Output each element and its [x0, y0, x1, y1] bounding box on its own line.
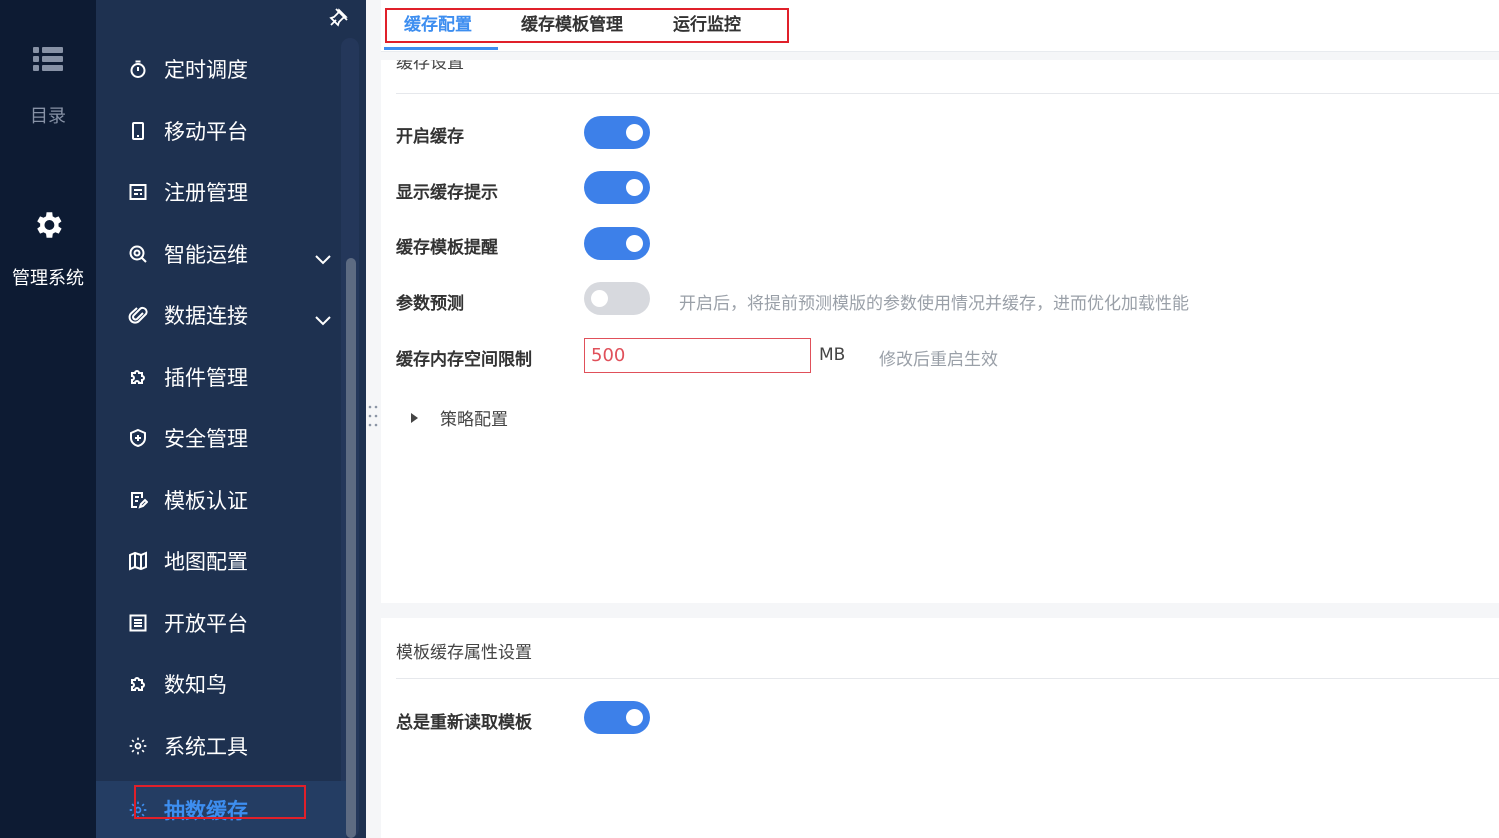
document-edit-icon	[128, 490, 148, 510]
paperclip-icon	[128, 305, 148, 325]
sidebar-item-label: 地图配置	[164, 550, 248, 574]
list-icon	[33, 47, 63, 71]
sidebar-menu: 定时调度 移动平台 注册管理 智能运维 数据连接 插件管理 安全管理 模板认证 …	[96, 0, 366, 838]
timer-icon	[128, 59, 148, 79]
show-cache-hint-toggle[interactable]	[584, 171, 650, 204]
sidebar-item-schedule[interactable]: 定时调度	[96, 44, 346, 94]
sidebar-item-shuzhiniao[interactable]: 数知鸟	[96, 659, 346, 709]
divider	[396, 678, 1499, 679]
section-title: 缓存设置	[396, 60, 464, 72]
sidebar-item-register[interactable]: 注册管理	[96, 167, 346, 217]
template-cache-panel: 模板缓存属性设置 总是重新读取模板	[381, 618, 1499, 838]
rail-admin-label: 管理系统	[12, 268, 84, 289]
drag-handle-icon[interactable]	[368, 404, 378, 432]
shield-plus-icon	[128, 428, 148, 448]
rail-admin-system[interactable]: 管理系统	[0, 208, 96, 290]
rail-catalog-label: 目录	[30, 106, 66, 127]
policy-config-label: 策略配置	[440, 410, 508, 430]
sidebar-item-security[interactable]: 安全管理	[96, 413, 346, 463]
show-cache-hint-label: 显示缓存提示	[396, 183, 498, 203]
sidebar-item-open-platform[interactable]: 开放平台	[96, 598, 346, 648]
sidebar-item-label: 系统工具	[164, 735, 248, 759]
memory-limit-hint: 修改后重启生效	[879, 350, 998, 370]
policy-config-expander[interactable]: 策略配置	[411, 405, 508, 430]
menu-scroll-thumb[interactable]	[346, 258, 356, 838]
sidebar-item-template-auth[interactable]: 模板认证	[96, 475, 346, 525]
map-icon	[128, 551, 148, 571]
sidebar-item-ops[interactable]: 智能运维	[96, 229, 346, 279]
puzzle-icon	[128, 674, 148, 694]
puzzle-icon	[128, 367, 148, 387]
always-reload-toggle[interactable]	[584, 701, 650, 734]
highlight-box-menu	[134, 785, 306, 819]
sidebar-item-plugins[interactable]: 插件管理	[96, 352, 346, 402]
gear-icon	[37, 212, 62, 238]
gear-tool-icon	[128, 736, 148, 756]
sidebar-item-data-connection[interactable]: 数据连接	[96, 290, 346, 340]
sidebar-item-system-tools[interactable]: 系统工具	[96, 721, 346, 771]
sidebar-item-label: 定时调度	[164, 58, 248, 82]
list-icon	[128, 613, 148, 633]
param-predict-hint: 开启后，将提前预测模版的参数使用情况并缓存，进而优化加载性能	[679, 294, 1189, 314]
highlight-box-tabs	[385, 8, 789, 43]
sidebar-item-label: 数知鸟	[164, 673, 227, 697]
enable-cache-label: 开启缓存	[396, 127, 464, 147]
sidebar-item-mobile[interactable]: 移动平台	[96, 106, 346, 156]
sidebar-item-label: 智能运维	[164, 243, 248, 267]
divider	[396, 93, 1499, 94]
app-rail: 目录 管理系统	[0, 0, 96, 838]
section-title-clip: 缓存设置	[381, 60, 1499, 72]
chevron-down-icon[interactable]	[314, 307, 332, 331]
param-predict-toggle[interactable]	[584, 282, 650, 315]
register-icon	[128, 182, 148, 202]
pin-icon[interactable]	[328, 6, 350, 32]
always-reload-label: 总是重新读取模板	[396, 713, 532, 733]
mobile-icon	[128, 121, 148, 141]
cache-settings-panel: 缓存设置 开启缓存 显示缓存提示 缓存模板提醒 参数预测 开启后，将提前预测模版…	[381, 60, 1499, 603]
sidebar-item-label: 模板认证	[164, 489, 248, 513]
memory-limit-unit: MB	[819, 345, 846, 365]
sidebar-item-map[interactable]: 地图配置	[96, 536, 346, 586]
ops-icon	[128, 244, 148, 264]
enable-cache-toggle[interactable]	[584, 116, 650, 149]
sidebar-item-label: 插件管理	[164, 366, 248, 390]
caret-right-icon	[411, 412, 418, 423]
memory-limit-label: 缓存内存空间限制	[396, 350, 532, 370]
rail-catalog[interactable]: 目录	[0, 44, 96, 128]
sidebar-item-label: 安全管理	[164, 427, 248, 451]
chevron-down-icon[interactable]	[314, 246, 332, 270]
sidebar-item-label: 注册管理	[164, 181, 248, 205]
template-reminder-label: 缓存模板提醒	[396, 238, 498, 258]
memory-limit-input[interactable]	[584, 338, 811, 373]
active-tab-indicator	[384, 47, 498, 50]
sidebar-item-label: 开放平台	[164, 612, 248, 636]
param-predict-label: 参数预测	[396, 294, 464, 314]
section-title: 模板缓存属性设置	[396, 643, 532, 663]
sidebar-item-label: 数据连接	[164, 304, 248, 328]
sidebar-item-label: 移动平台	[164, 120, 248, 144]
template-reminder-toggle[interactable]	[584, 227, 650, 260]
